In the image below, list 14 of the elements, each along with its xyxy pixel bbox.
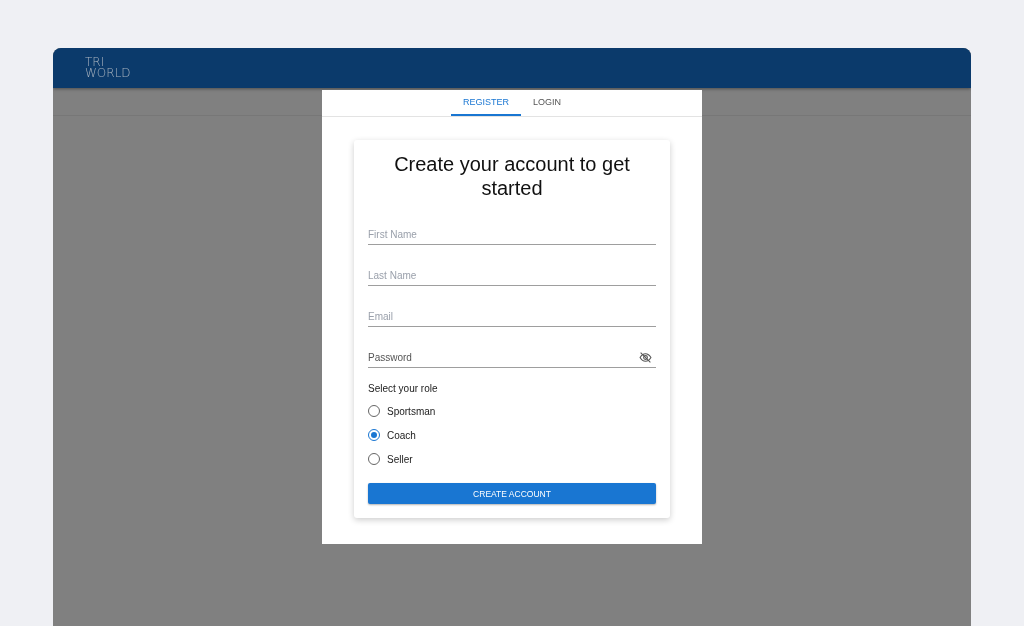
input-field[interactable]: Password xyxy=(368,347,656,368)
input-field[interactable]: First Name xyxy=(368,224,656,245)
logo: TRI WORLD xyxy=(85,57,131,79)
radio-label[interactable]: Sportsman xyxy=(387,405,436,417)
hide-password-icon[interactable] xyxy=(639,351,652,364)
role-label: Select your role xyxy=(368,383,439,394)
radio-label[interactable]: Coach xyxy=(387,429,416,441)
form-title: Create your account to get started xyxy=(393,152,631,200)
radio-label[interactable]: Seller xyxy=(387,453,413,465)
input-field[interactable]: Last Name xyxy=(368,265,656,286)
tab[interactable]: LOGIN xyxy=(521,90,573,116)
tab[interactable]: REGISTER xyxy=(451,90,521,116)
create-account-button[interactable]: CREATE ACCOUNT xyxy=(368,483,656,504)
input-field[interactable]: Email xyxy=(368,306,656,327)
